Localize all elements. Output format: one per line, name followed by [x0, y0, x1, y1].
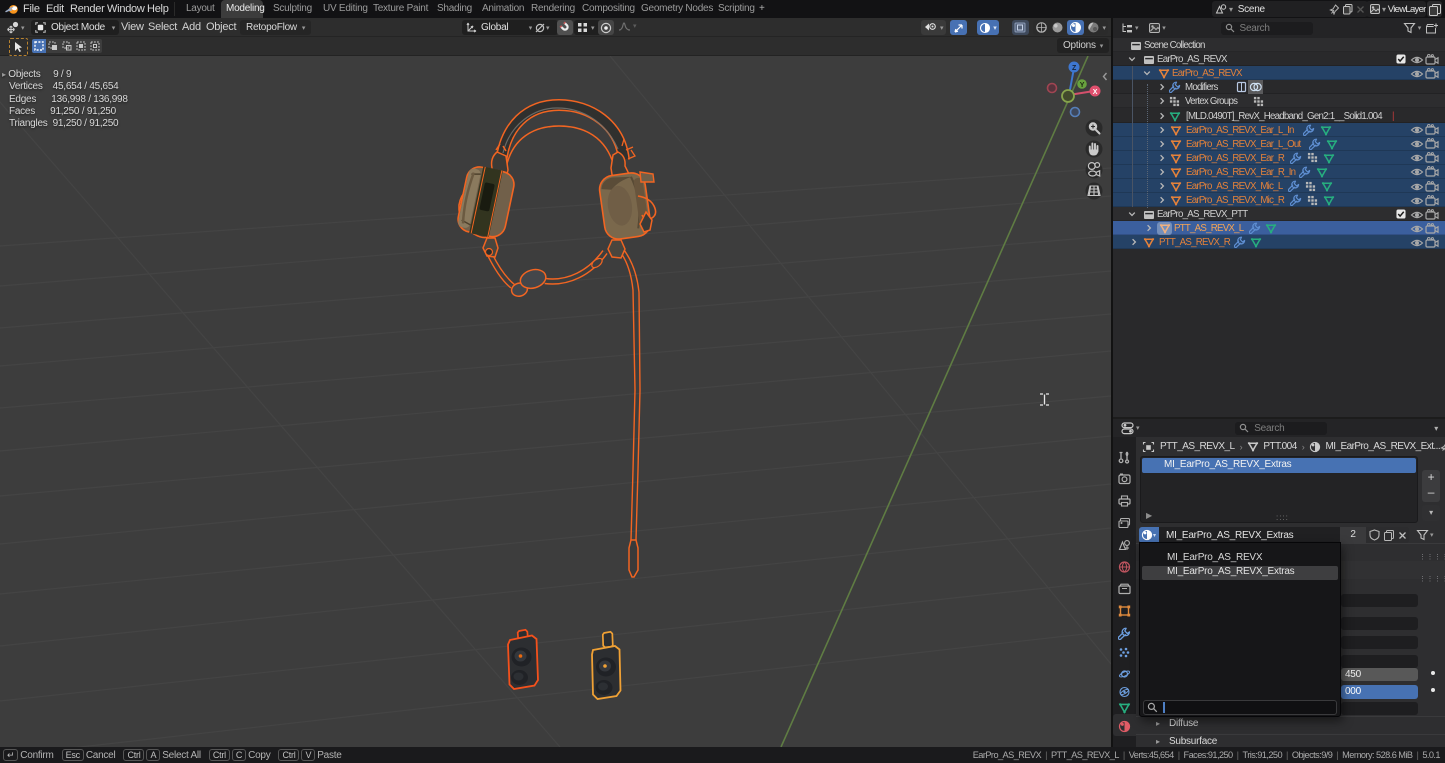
svg-text:Y: Y [1080, 82, 1085, 89]
svg-text:X: X [1093, 89, 1098, 96]
